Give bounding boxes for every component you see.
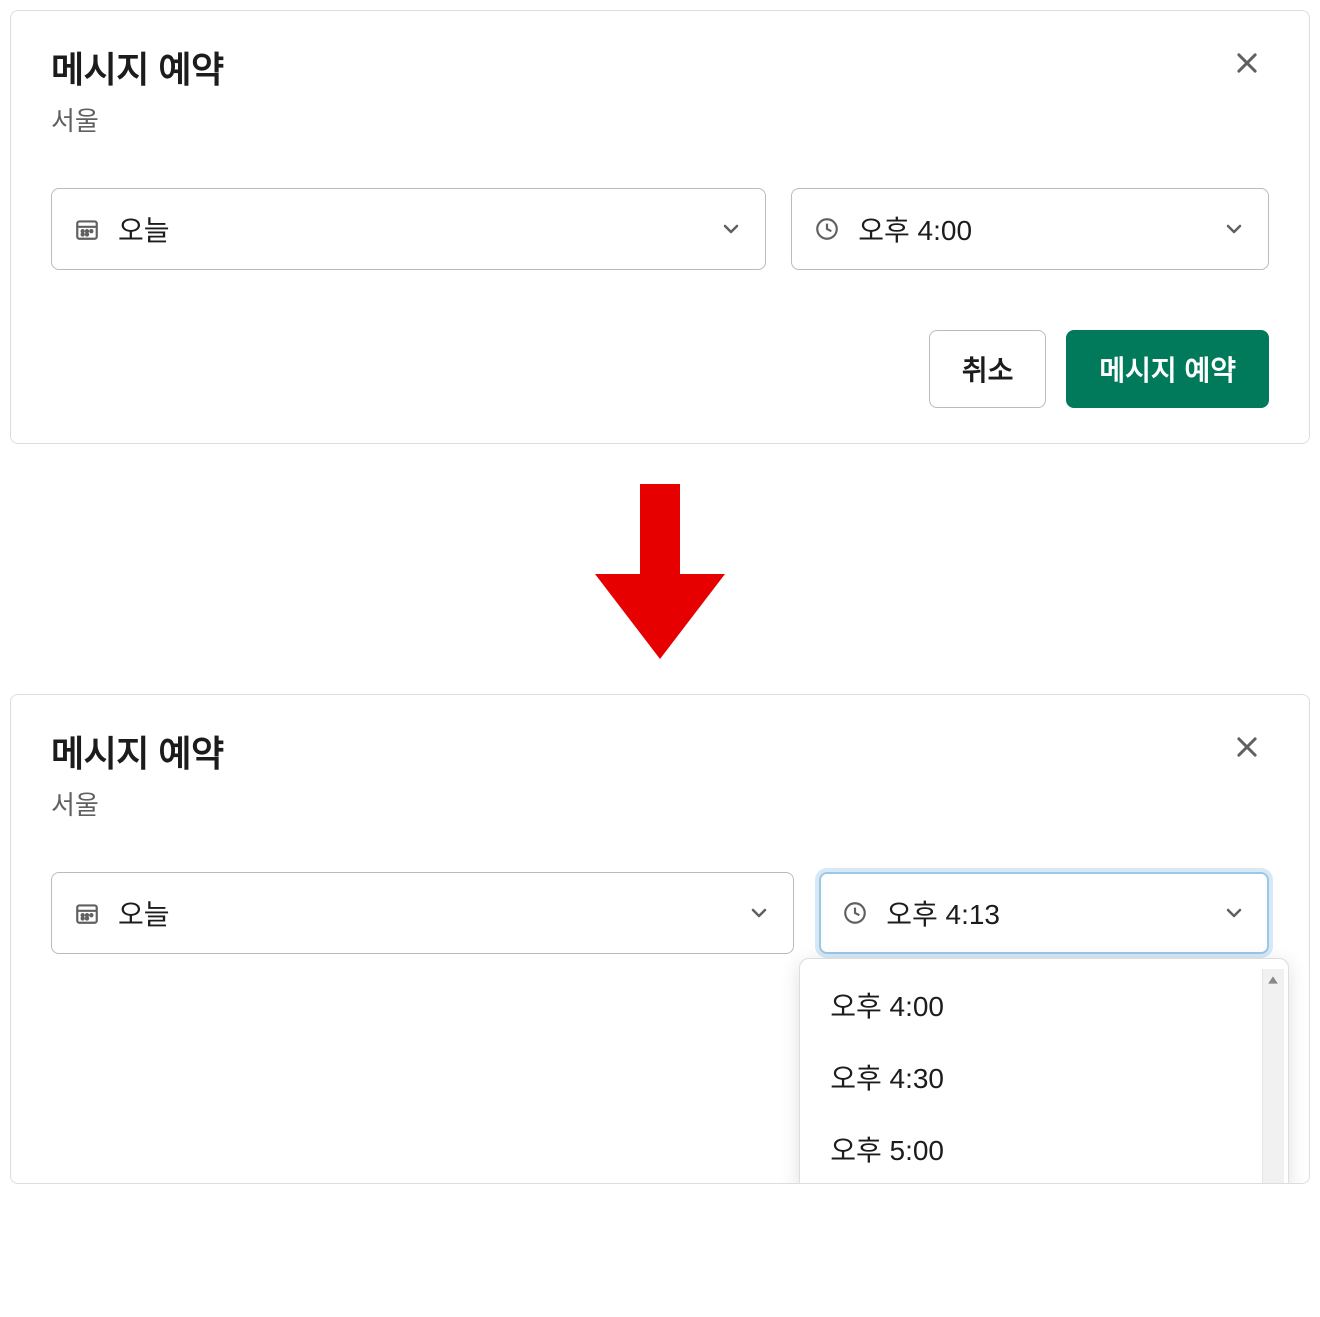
chevron-down-icon: [1222, 217, 1246, 241]
title-group: 메시지 예약 서울: [51, 41, 224, 138]
transition-arrow: [10, 444, 1310, 694]
dialog-header: 메시지 예약 서울: [51, 41, 1269, 138]
time-option[interactable]: 오후 4:00: [800, 969, 1288, 1041]
datetime-row: 오늘 오후 4:00: [51, 188, 1269, 270]
arrow-down-icon: [585, 474, 735, 664]
time-select-wrap: 오후 4:13 오후 4:00 오후 4:30 오후 5:00: [819, 872, 1269, 954]
date-select-content: 오늘: [74, 209, 170, 249]
calendar-icon: [74, 216, 100, 242]
dialog-subtitle-timezone: 서울: [51, 785, 224, 822]
date-value: 오늘: [118, 209, 170, 249]
dialog-title: 메시지 예약: [51, 725, 224, 777]
date-select-content: 오늘: [74, 893, 170, 933]
dialog-subtitle-timezone: 서울: [51, 101, 224, 138]
time-select-content: 오후 4:13: [842, 893, 1000, 933]
date-value: 오늘: [118, 893, 170, 933]
dialog-header: 메시지 예약 서울: [51, 725, 1269, 822]
schedule-button[interactable]: 메시지 예약: [1066, 330, 1269, 408]
schedule-message-dialog: 메시지 예약 서울 오늘: [10, 10, 1310, 444]
datetime-row: 오늘 오후 4:13 오후: [51, 872, 1269, 954]
close-icon: [1233, 49, 1261, 77]
schedule-message-dialog-expanded: 메시지 예약 서울 오늘: [10, 694, 1310, 1184]
dialog-title: 메시지 예약: [51, 41, 224, 93]
clock-icon: [814, 216, 840, 242]
time-value: 오후 4:13: [886, 893, 1000, 933]
time-dropdown-menu: 오후 4:00 오후 4:30 오후 5:00: [799, 958, 1289, 1184]
cancel-button[interactable]: 취소: [929, 330, 1047, 408]
triangle-up-icon: [1267, 974, 1279, 986]
title-group: 메시지 예약 서울: [51, 725, 224, 822]
chevron-down-icon: [747, 901, 771, 925]
time-select[interactable]: 오후 4:00: [791, 188, 1269, 270]
time-option[interactable]: 오후 4:30: [800, 1041, 1288, 1113]
clock-icon: [842, 900, 868, 926]
scroll-up-button[interactable]: [1262, 969, 1284, 991]
chevron-down-icon: [719, 217, 743, 241]
chevron-down-icon: [1222, 901, 1246, 925]
calendar-icon: [74, 900, 100, 926]
dropdown-scroll-area: 오후 4:00 오후 4:30 오후 5:00: [800, 969, 1288, 1184]
time-option[interactable]: 오후 5:00: [800, 1113, 1288, 1184]
close-button[interactable]: [1225, 41, 1269, 85]
time-value: 오후 4:00: [858, 209, 972, 249]
close-button[interactable]: [1225, 725, 1269, 769]
date-select[interactable]: 오늘: [51, 188, 766, 270]
close-icon: [1233, 733, 1261, 761]
dialog-footer: 취소 메시지 예약: [51, 330, 1269, 408]
scrollbar-track[interactable]: [1262, 969, 1284, 1184]
date-select[interactable]: 오늘: [51, 872, 794, 954]
time-select-focused[interactable]: 오후 4:13: [819, 872, 1269, 954]
time-select-content: 오후 4:00: [814, 209, 972, 249]
